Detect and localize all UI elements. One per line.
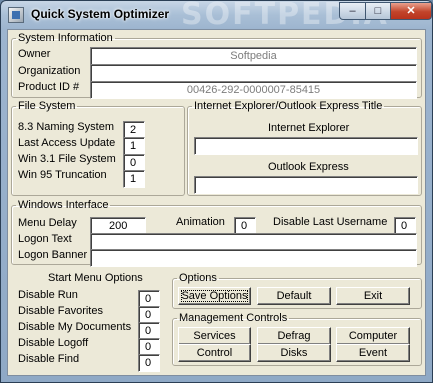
organization-label: Organization	[18, 65, 81, 77]
minimize-button[interactable]: –	[339, 2, 366, 20]
disable-run-label: Disable Run	[18, 289, 78, 301]
defrag-button[interactable]: Defrag	[257, 327, 331, 345]
management-controls-title: Management Controls	[179, 312, 288, 324]
owner-field[interactable]: Softpedia	[90, 47, 417, 65]
event-button[interactable]: Event	[336, 344, 410, 362]
control-button[interactable]: Control	[178, 344, 251, 362]
disable-last-username-label: Disable Last Username	[273, 216, 388, 228]
organization-field[interactable]	[90, 64, 417, 82]
outlook-express-label: Outlook Express	[268, 161, 349, 173]
disable-find-field[interactable]: 0	[138, 354, 160, 372]
app-window: SOFTPEDIA Quick System Optimizer – □ ✕ S…	[0, 0, 433, 383]
save-options-button[interactable]: Save Options	[178, 287, 251, 305]
file-system-title: File System	[18, 100, 76, 112]
options-title: Options	[179, 272, 217, 284]
disable-my-documents-label: Disable My Documents	[18, 321, 132, 333]
owner-label: Owner	[18, 48, 51, 60]
win31-fs-label: Win 3.1 File System	[18, 153, 116, 165]
outlook-express-title-field[interactable]	[194, 176, 418, 194]
start-menu-options-title: Start Menu Options	[48, 272, 143, 284]
computer-button[interactable]: Computer	[336, 327, 410, 345]
disable-logoff-label: Disable Logoff	[18, 337, 89, 349]
logon-banner-label: Logon Banner	[18, 249, 88, 261]
win95-truncation-label: Win 95 Truncation	[18, 169, 107, 181]
logon-text-label: Logon Text	[18, 233, 72, 245]
last-access-label: Last Access Update	[18, 137, 116, 149]
naming-system-label: 8.3 Naming System	[18, 121, 114, 133]
app-icon[interactable]	[8, 7, 24, 23]
default-button[interactable]: Default	[257, 287, 331, 305]
last-access-field[interactable]: 1	[123, 137, 145, 155]
ie-outlook-title: Internet Explorer/Outlook Express Title	[194, 100, 383, 112]
animation-label: Animation	[176, 216, 225, 228]
internet-explorer-title-field[interactable]	[194, 137, 418, 155]
exit-button[interactable]: Exit	[336, 287, 410, 305]
product-id-field[interactable]: 00426-292-0000007-85415	[90, 81, 417, 99]
maximize-button[interactable]: □	[365, 2, 391, 20]
logon-banner-field[interactable]	[90, 249, 417, 267]
close-button[interactable]: ✕	[390, 2, 432, 20]
client-area: System Information Owner Softpedia Organ…	[7, 29, 426, 376]
windows-interface-title: Windows Interface	[18, 199, 109, 211]
disable-favorites-label: Disable Favorites	[18, 305, 103, 317]
disable-find-label: Disable Find	[18, 353, 80, 365]
menu-delay-label: Menu Delay	[18, 217, 77, 229]
internet-explorer-label: Internet Explorer	[268, 122, 350, 134]
win95-truncation-field[interactable]: 1	[123, 170, 145, 188]
system-information-title: System Information	[18, 32, 113, 44]
services-button[interactable]: Services	[178, 327, 251, 345]
title-bar[interactable]: SOFTPEDIA Quick System Optimizer – □ ✕	[1, 1, 432, 32]
product-id-label: Product ID #	[18, 81, 80, 93]
disks-button[interactable]: Disks	[257, 344, 331, 362]
window-title: Quick System Optimizer	[31, 7, 170, 21]
